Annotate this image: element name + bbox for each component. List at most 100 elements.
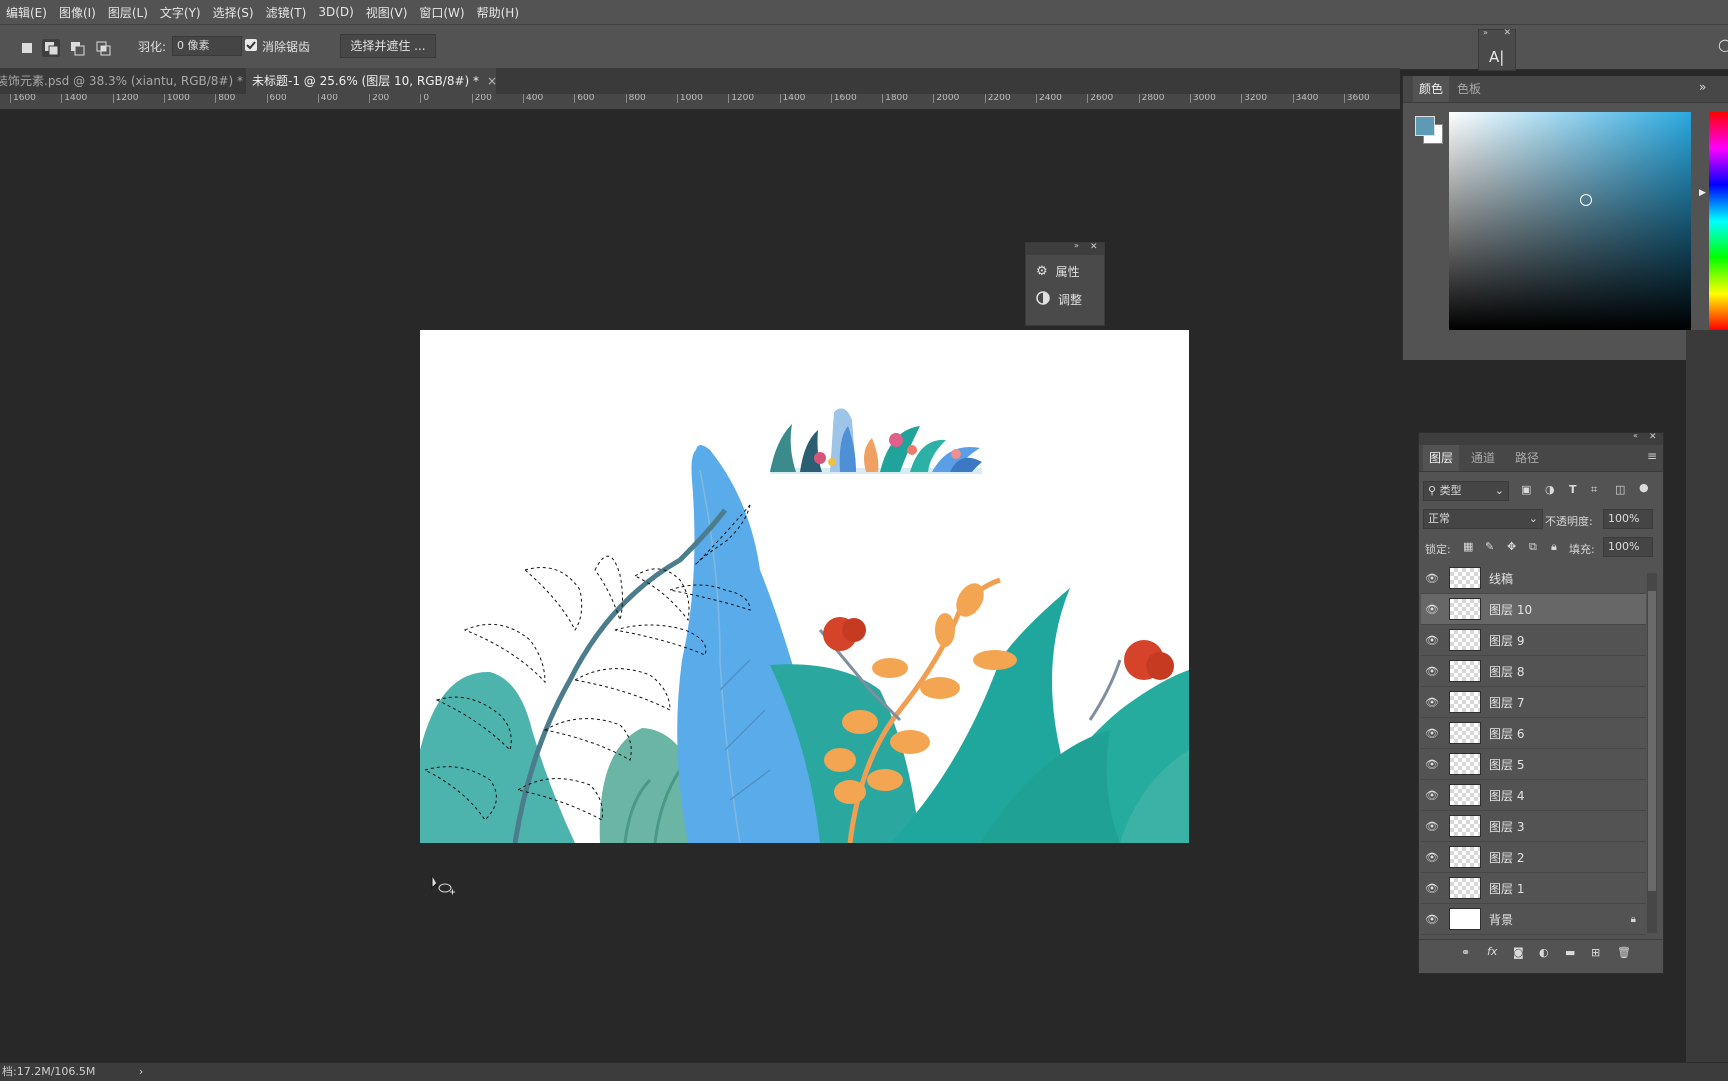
layer-row[interactable]: 👁︎ 图层 9 [1421,625,1646,656]
menu-view[interactable]: 视图(V) [360,4,414,21]
document-canvas[interactable] [420,330,1189,843]
layer-filter-select[interactable]: ⚲ 类型 ⌄ [1423,481,1509,501]
layer-row[interactable]: 👁︎ 线稿 [1421,563,1646,594]
tab-document-1[interactable]: 装饰元素.psd @ 38.3% (xiantu, RGB/8#) *× [0,68,261,94]
filter-pixel-icon[interactable]: ▣ [1521,483,1531,496]
search-icon[interactable]: ○ [1718,35,1728,54]
layer-row[interactable]: 👁︎ 图层 2 [1421,842,1646,873]
blend-mode-select[interactable]: 正常 ⌄ [1423,509,1543,529]
lock-position-icon[interactable]: ✥ [1507,540,1516,553]
menu-select[interactable]: 选择(S) [207,4,260,21]
layer-row[interactable]: 👁︎ 图层 10 [1421,594,1646,625]
menu-edit[interactable]: 编辑(E) [0,4,53,21]
lock-artboard-icon[interactable]: ⧉ [1529,540,1537,554]
lock-pixels-icon[interactable]: ✎ [1485,540,1494,553]
horizontal-ruler[interactable]: 1600 1400 1200 1000 800 600 400 200 0 200 400 600 80… [0,94,1400,110]
fill-input[interactable]: 100% [1603,537,1653,557]
tab-swatches[interactable]: 色板 [1457,76,1481,102]
visibility-eye-icon[interactable]: 👁︎ [1421,882,1443,895]
new-adjustment-icon[interactable]: ◐ [1539,946,1549,959]
visibility-eye-icon[interactable]: 👁︎ [1421,727,1443,740]
tab-close-icon[interactable]: × [487,74,497,88]
new-group-icon[interactable]: ▬ [1565,946,1575,959]
color-picker-handle[interactable] [1580,194,1592,206]
menu-type[interactable]: 文字(Y) [154,4,207,21]
layer-name[interactable]: 图层 2 [1489,849,1524,866]
layer-row[interactable]: 👁︎ 图层 3 [1421,811,1646,842]
layer-row[interactable]: 👁︎ 图层 1 [1421,873,1646,904]
layer-scrollbar[interactable] [1647,573,1657,933]
layer-name[interactable]: 图层 5 [1489,756,1524,773]
layer-name[interactable]: 背景 [1489,911,1513,928]
menu-help[interactable]: 帮助(H) [471,4,525,21]
antialias-checkbox[interactable] [245,39,257,51]
intersect-selection-icon[interactable] [94,39,112,57]
menu-window[interactable]: 窗口(W) [413,4,470,21]
color-field[interactable] [1449,112,1691,330]
fx-icon[interactable]: fx [1487,945,1497,958]
status-menu-arrow-icon[interactable]: › [139,1065,143,1078]
layer-name[interactable]: 图层 8 [1489,663,1524,680]
filter-type-icon[interactable]: T [1569,483,1577,496]
visibility-eye-icon[interactable]: 👁︎ [1421,758,1443,771]
hue-slider[interactable] [1709,112,1728,330]
lock-all-icon[interactable]: 🔒︎ [1551,540,1557,554]
add-selection-icon[interactable] [42,39,60,57]
visibility-eye-icon[interactable]: 👁︎ [1421,572,1443,585]
filter-adjust-icon[interactable]: ◑ [1545,483,1555,496]
filter-smart-icon[interactable]: ◫ [1615,483,1625,496]
close-icon[interactable]: ✕ [1503,28,1511,38]
foreground-color-swatch[interactable] [1415,116,1435,136]
visibility-eye-icon[interactable]: 👁︎ [1421,820,1443,833]
visibility-eye-icon[interactable]: 👁︎ [1421,789,1443,802]
menu-3d[interactable]: 3D(D) [312,5,359,19]
collapse-icon[interactable]: » [1483,28,1488,37]
tab-document-2[interactable]: 未标题-1 @ 25.6% (图层 10, RGB/8#) * × [246,68,497,94]
layer-name[interactable]: 图层 7 [1489,694,1524,711]
new-layer-icon[interactable]: ⊞ [1591,946,1600,959]
properties-item[interactable]: ⚙ 属性 [1036,263,1080,280]
layer-name[interactable]: 图层 4 [1489,787,1524,804]
tab-color[interactable]: 颜色 [1413,76,1450,102]
lock-transparent-icon[interactable]: ▦ [1463,540,1473,553]
layer-name[interactable]: 图层 9 [1489,632,1524,649]
visibility-eye-icon[interactable]: 👁︎ [1421,634,1443,647]
hue-slider-handle-icon[interactable]: ▶ [1699,188,1706,198]
layer-row[interactable]: 👁︎ 图层 8 [1421,656,1646,687]
feather-input[interactable]: 0 像素 [172,36,242,56]
visibility-eye-icon[interactable]: 👁︎ [1421,665,1443,678]
layer-name[interactable]: 线稿 [1489,570,1513,587]
delete-layer-icon[interactable]: 🗑︎ [1617,946,1631,959]
opacity-input[interactable]: 100% [1603,509,1653,529]
menu-image[interactable]: 图像(I) [53,4,102,21]
layer-row[interactable]: 👁︎ 图层 6 [1421,718,1646,749]
tab-channels[interactable]: 通道 [1471,445,1495,471]
layer-row[interactable]: 👁︎ 背景 🔒︎ [1421,904,1646,935]
tab-layers[interactable]: 图层 [1423,445,1460,471]
character-panel-icon[interactable]: A| [1489,48,1504,66]
menu-layer[interactable]: 图层(L) [102,4,154,21]
adjustments-item[interactable]: 调整 [1036,291,1082,308]
layer-row[interactable]: 👁︎ 图层 7 [1421,687,1646,718]
close-icon[interactable]: ✕ [1090,242,1098,252]
menu-filter[interactable]: 滤镜(T) [260,4,313,21]
tab-paths[interactable]: 路径 [1515,445,1539,471]
new-selection-icon[interactable] [18,39,36,57]
link-layers-icon[interactable]: ⚭ [1461,946,1470,959]
layer-row[interactable]: 👁︎ 图层 5 [1421,749,1646,780]
filter-toggle-icon[interactable]: ● [1639,481,1649,494]
panel-collapse-icon[interactable]: » [1699,80,1706,94]
layer-name[interactable]: 图层 6 [1489,725,1524,742]
collapse-icon[interactable]: « [1633,431,1638,440]
close-icon[interactable]: ✕ [1649,432,1657,442]
add-mask-icon[interactable]: ◙ [1513,946,1524,959]
layer-row[interactable]: 👁︎ 图层 4 [1421,780,1646,811]
subtract-selection-icon[interactable] [68,39,86,57]
layer-name[interactable]: 图层 3 [1489,818,1524,835]
collapse-icon[interactable]: » [1074,241,1079,250]
layer-name[interactable]: 图层 10 [1489,601,1532,618]
visibility-eye-icon[interactable]: 👁︎ [1421,696,1443,709]
select-and-mask-button[interactable]: 选择并遮住 ... [340,34,436,58]
visibility-eye-icon[interactable]: 👁︎ [1421,913,1443,926]
filter-shape-icon[interactable]: ⌗ [1591,483,1597,497]
